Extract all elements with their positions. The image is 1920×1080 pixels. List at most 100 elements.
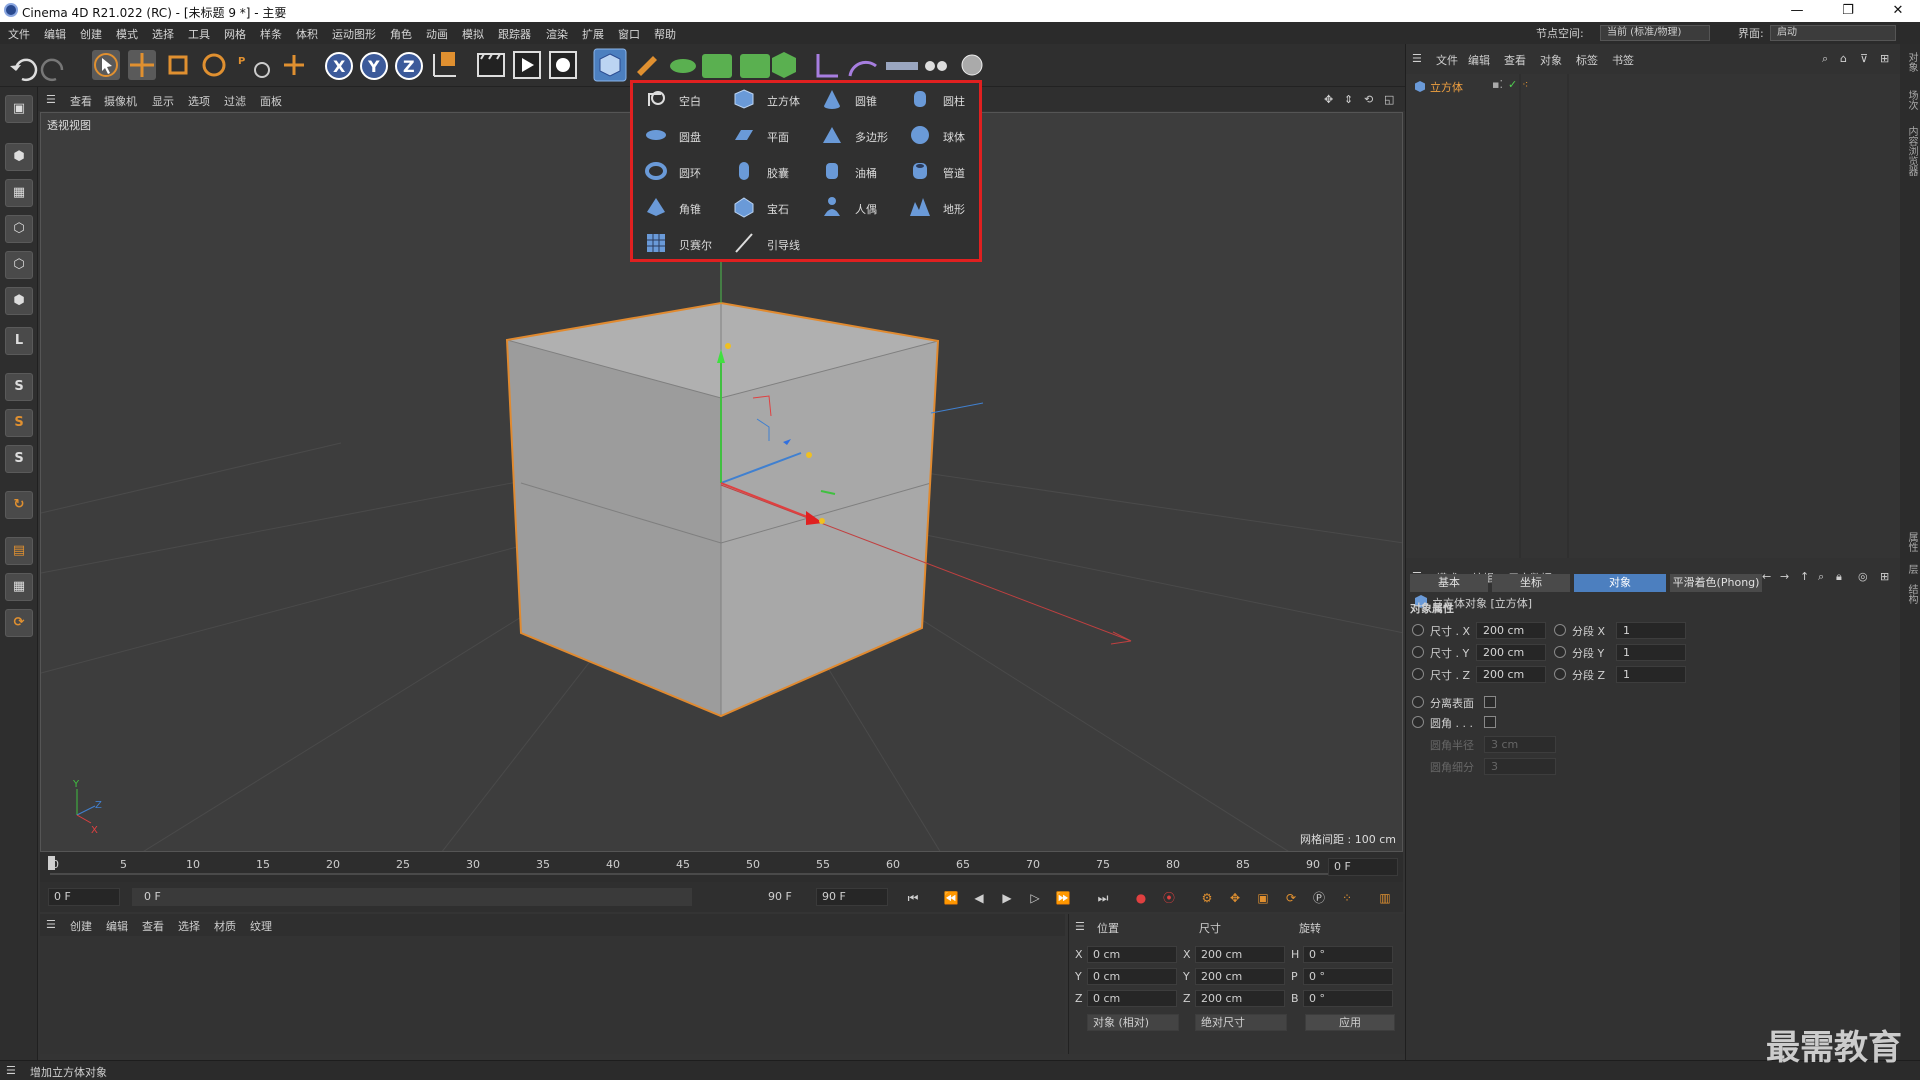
quantize-icon[interactable]: S (5, 445, 33, 473)
phong-tag-icon[interactable]: ⁖ (1522, 78, 1528, 91)
primitive-capsule[interactable]: 胶囊 (727, 157, 815, 187)
menu-window[interactable]: 窗口 (618, 26, 640, 42)
attr-lock-icon[interactable]: 🔒︎ (1836, 570, 1842, 584)
object-menu-objects[interactable]: 对象 (1540, 52, 1562, 68)
menu-create[interactable]: 创建 (80, 26, 102, 42)
menu-character[interactable]: 角色 (390, 26, 412, 42)
object-menu-tags[interactable]: 标签 (1576, 52, 1598, 68)
coord-pos-y-field[interactable]: 0 cm (1087, 968, 1177, 985)
separate-surfaces-checkbox[interactable] (1484, 696, 1496, 708)
object-menu-file[interactable]: 文件 (1436, 52, 1458, 68)
material-menu-material[interactable]: 材质 (214, 918, 236, 934)
subdivision-surface-icon[interactable] (670, 59, 696, 73)
coord-size-z-field[interactable]: 200 cm (1195, 990, 1285, 1007)
attr-new-window-icon[interactable]: ⊞ (1880, 570, 1889, 583)
object-home-icon[interactable]: ⌂ (1840, 52, 1847, 65)
anim-radio-size-z[interactable] (1412, 668, 1424, 680)
side-tab-attributes[interactable]: 属性 (1904, 532, 1919, 552)
primitive-guide[interactable]: 引导线 (727, 229, 815, 259)
primitive-plane[interactable]: 平面 (727, 121, 815, 151)
undo-icon[interactable] (10, 58, 38, 82)
prev-key-icon[interactable]: ⏪ (940, 887, 962, 909)
primitive-cylinder[interactable]: 圆柱 (903, 85, 991, 115)
attr-back-icon[interactable]: ← (1762, 570, 1771, 583)
coord-size-x-field[interactable]: 200 cm (1195, 946, 1285, 963)
viewport-rotate-icon[interactable]: ⟲ (1364, 93, 1373, 106)
object-tree[interactable]: 立方体 ▪⁚ ✓ ⁖ (1406, 74, 1901, 558)
start-frame-field[interactable]: 0 F (48, 888, 120, 906)
material-menu-select[interactable]: 选择 (178, 918, 200, 934)
tweak-icon[interactable]: ↻ (5, 491, 33, 519)
cloner-icon[interactable] (740, 54, 770, 78)
tab-phong[interactable]: 平滑着色(Phong) (1670, 574, 1762, 592)
coord-size-mode-select[interactable]: 绝对尺寸 (1195, 1014, 1287, 1031)
apply-button[interactable]: 应用 (1305, 1014, 1395, 1031)
attr-search-icon[interactable]: ⌕ (1818, 570, 1824, 584)
layout-select[interactable]: 启动 (1770, 25, 1896, 41)
coord-rot-b-field[interactable]: 0 ° (1303, 990, 1393, 1007)
menu-render[interactable]: 渲染 (546, 26, 568, 42)
tab-basic[interactable]: 基本 (1410, 574, 1488, 592)
menu-animate[interactable]: 动画 (426, 26, 448, 42)
side-tab-takes[interactable]: 场次 (1904, 90, 1919, 110)
bend-deformer-icon[interactable] (816, 54, 838, 78)
primitive-cube[interactable]: 立方体 (727, 85, 815, 115)
material-menu-view[interactable]: 查看 (142, 918, 164, 934)
minimize-button[interactable]: — (1777, 1, 1817, 21)
menu-mesh[interactable]: 网格 (224, 26, 246, 42)
menu-tracker[interactable]: 跟踪器 (498, 26, 531, 42)
floor-icon[interactable] (848, 60, 877, 77)
viewport-menu-panel[interactable]: 面板 (260, 93, 282, 109)
array-icon[interactable] (702, 54, 732, 78)
menu-mode[interactable]: 模式 (116, 26, 138, 42)
side-tab-layers[interactable]: 层 (1904, 564, 1919, 574)
texture-mode-icon[interactable]: ▦ (5, 179, 33, 207)
node-space-select[interactable]: 当前 (标准/物理) (1600, 25, 1710, 41)
size-x-field[interactable]: 200 cm (1476, 622, 1546, 639)
rotate-icon[interactable] (202, 53, 226, 77)
coord-pos-x-field[interactable]: 0 cm (1087, 946, 1177, 963)
viewport-menu-options[interactable]: 选项 (188, 93, 210, 109)
primitive-oil-tank[interactable]: 油桶 (815, 157, 903, 187)
anim-radio-seg-y[interactable] (1554, 646, 1566, 658)
cube-left-face[interactable] (507, 340, 721, 716)
visibility-toggle-icon[interactable]: ▪⁚ (1492, 78, 1503, 91)
primitive-platonic[interactable]: 宝石 (727, 193, 815, 223)
object-menu-bookmarks[interactable]: 书签 (1612, 52, 1634, 68)
snap-icon[interactable]: S (5, 373, 33, 401)
coord-size-y-field[interactable]: 200 cm (1195, 968, 1285, 985)
deformer-icon[interactable] (772, 52, 796, 78)
key-position-icon[interactable]: ✥ (1224, 887, 1246, 909)
range-slider[interactable] (132, 888, 692, 906)
coord-mode-select[interactable]: 对象 (相对) (1087, 1014, 1179, 1031)
workplane-align-icon[interactable]: ⟳ (5, 609, 33, 637)
spline-pen-icon[interactable] (637, 56, 657, 76)
key-rotation-icon[interactable]: ⟳ (1280, 887, 1302, 909)
end-frame-field[interactable]: 90 F (816, 888, 888, 906)
primitive-cone[interactable]: 圆锥 (815, 85, 903, 115)
anim-radio-size-x[interactable] (1412, 624, 1424, 636)
anim-radio-seg-z[interactable] (1554, 668, 1566, 680)
segments-z-field[interactable]: 1 (1616, 666, 1686, 683)
maximize-button[interactable]: ❐ (1828, 1, 1868, 21)
coord-rot-h-field[interactable]: 0 ° (1303, 946, 1393, 963)
cube-object-name[interactable]: 立方体 (1430, 79, 1463, 95)
viewport-maximize-icon[interactable]: ◱ (1384, 93, 1394, 106)
viewport-move-icon[interactable]: ✥ (1324, 93, 1333, 106)
points-mode-icon[interactable]: ⬡ (5, 215, 33, 243)
timeline-ruler[interactable]: 0 5 10 15 20 25 30 35 40 45 50 55 60 65 … (40, 852, 1403, 882)
next-key-icon[interactable]: ⏩ (1052, 887, 1074, 909)
object-new-window-icon[interactable]: ⊞ (1880, 52, 1889, 65)
object-menu-view[interactable]: 查看 (1504, 52, 1526, 68)
attr-forward-icon[interactable]: → (1780, 570, 1789, 583)
edges-mode-icon[interactable]: ⬡ (5, 251, 33, 279)
menu-mograph[interactable]: 运动图形 (332, 26, 376, 42)
play-icon[interactable]: ▶ (996, 887, 1018, 909)
object-menu-edit[interactable]: 编辑 (1468, 52, 1490, 68)
viewport-menu-cameras[interactable]: 摄像机 (104, 93, 137, 109)
material-manager-area[interactable] (40, 936, 1065, 1054)
material-menu-texture[interactable]: 纹理 (250, 918, 272, 934)
segments-x-field[interactable]: 1 (1616, 622, 1686, 639)
menu-edit[interactable]: 编辑 (44, 26, 66, 42)
scene-ruler-icon[interactable] (886, 62, 918, 70)
